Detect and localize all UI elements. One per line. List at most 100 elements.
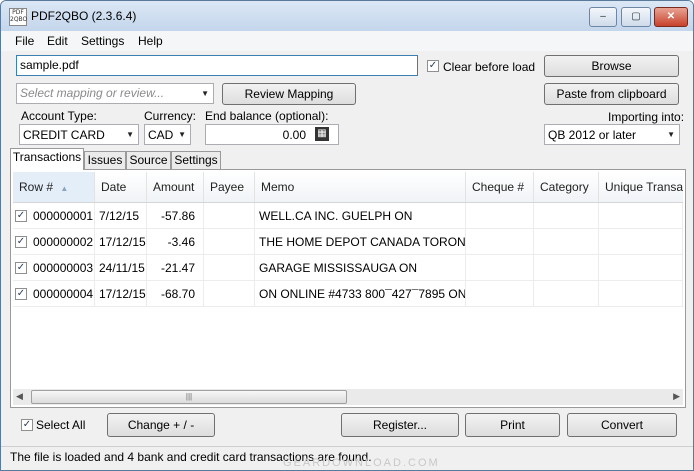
column-header-row-label: Row # bbox=[19, 180, 54, 194]
row-amount: -68.70 bbox=[147, 281, 204, 307]
column-header-category[interactable]: Category bbox=[534, 172, 599, 202]
transactions-grid: Row # ▲ Date Amount Payee Memo Cheque # … bbox=[13, 172, 683, 388]
watermark: GEARDOWNLOAD.COM bbox=[283, 457, 440, 469]
account-type-label: Account Type: bbox=[21, 109, 97, 123]
row-category bbox=[534, 255, 599, 281]
select-all-label: Select All bbox=[36, 418, 86, 432]
row-checkbox[interactable]: ✓ bbox=[15, 262, 27, 274]
browse-button[interactable]: Browse bbox=[544, 55, 679, 77]
select-all-checkbox[interactable]: ✓ bbox=[21, 419, 33, 431]
row-unique bbox=[599, 281, 683, 307]
scrollbar-grip-icon: ||| bbox=[185, 392, 193, 401]
table-row[interactable]: ✓ 000000004 17/12/15 -68.70 ON ONLINE #4… bbox=[13, 281, 683, 307]
row-cheque bbox=[466, 203, 534, 229]
menu-bar: File Edit Settings Help bbox=[1, 31, 693, 51]
row-memo: WELL.CA INC. GUELPH ON bbox=[255, 203, 466, 229]
tab-transactions[interactable]: Transactions bbox=[10, 148, 84, 170]
row-checkbox[interactable]: ✓ bbox=[15, 288, 27, 300]
row-amount: -57.86 bbox=[147, 203, 204, 229]
title-bar: PDF 2QBO PDF2QBO (2.3.6.4) – ▢ ✕ bbox=[1, 1, 693, 31]
row-number: 000000003 bbox=[33, 261, 94, 275]
row-memo: ON ONLINE #4733 800¯427¯7895 ON bbox=[255, 281, 466, 307]
grid-header: Row # ▲ Date Amount Payee Memo Cheque # … bbox=[13, 172, 683, 203]
close-button[interactable]: ✕ bbox=[654, 7, 688, 27]
end-balance-label: End balance (optional): bbox=[205, 109, 329, 123]
clear-before-load-checkbox[interactable]: ✓ bbox=[427, 60, 439, 72]
importing-into-label: Importing into: bbox=[608, 110, 685, 124]
account-type-select[interactable]: CREDIT CARD ▼ bbox=[19, 124, 139, 145]
column-header-payee[interactable]: Payee bbox=[204, 172, 255, 202]
row-checkbox[interactable]: ✓ bbox=[15, 236, 27, 248]
column-header-row[interactable]: Row # ▲ bbox=[13, 172, 95, 202]
menu-edit[interactable]: Edit bbox=[47, 34, 68, 48]
row-unique bbox=[599, 203, 683, 229]
transactions-panel: Row # ▲ Date Amount Payee Memo Cheque # … bbox=[10, 169, 686, 408]
column-header-amount[interactable]: Amount bbox=[147, 172, 204, 202]
table-row[interactable]: ✓ 000000003 24/11/15 -21.47 GARAGE MISSI… bbox=[13, 255, 683, 281]
row-unique bbox=[599, 229, 683, 255]
row-amount: -21.47 bbox=[147, 255, 204, 281]
mapping-placeholder: Select mapping or review... bbox=[20, 86, 165, 100]
scroll-right-icon[interactable]: ▶ bbox=[673, 391, 680, 402]
table-row[interactable]: ✓ 000000001 7/12/15 -57.86 WELL.CA INC. … bbox=[13, 203, 683, 229]
row-category bbox=[534, 281, 599, 307]
menu-file[interactable]: File bbox=[15, 34, 34, 48]
row-memo: GARAGE MISSISSAUGA ON bbox=[255, 255, 466, 281]
importing-into-select[interactable]: QB 2012 or later ▼ bbox=[544, 124, 680, 145]
app-window: PDF 2QBO PDF2QBO (2.3.6.4) – ▢ ✕ File Ed… bbox=[0, 0, 694, 471]
row-payee bbox=[204, 255, 255, 281]
row-date: 17/12/15 bbox=[95, 281, 147, 307]
chevron-down-icon: ▼ bbox=[201, 89, 209, 98]
maximize-button[interactable]: ▢ bbox=[621, 7, 651, 27]
column-header-date[interactable]: Date bbox=[95, 172, 147, 202]
file-path-input[interactable]: sample.pdf bbox=[16, 55, 418, 76]
row-number: 000000004 bbox=[33, 287, 94, 301]
row-cheque bbox=[466, 281, 534, 307]
scrollbar-thumb[interactable]: ||| bbox=[31, 390, 347, 404]
row-memo: THE HOME DEPOT CANADA TORONTO ON bbox=[255, 229, 466, 255]
scroll-left-icon[interactable]: ◀ bbox=[16, 391, 23, 402]
print-button[interactable]: Print bbox=[465, 413, 560, 437]
end-balance-value: 0.00 bbox=[282, 128, 306, 142]
row-payee bbox=[204, 203, 255, 229]
chevron-down-icon: ▼ bbox=[667, 130, 675, 139]
row-number: 000000001 bbox=[33, 209, 94, 223]
calculator-icon[interactable]: ▦ bbox=[315, 127, 329, 141]
row-category bbox=[534, 203, 599, 229]
minimize-button[interactable]: – bbox=[589, 7, 617, 27]
row-payee bbox=[204, 281, 255, 307]
row-payee bbox=[204, 229, 255, 255]
row-date: 7/12/15 bbox=[95, 203, 147, 229]
row-number: 000000002 bbox=[33, 235, 94, 249]
menu-help[interactable]: Help bbox=[138, 34, 163, 48]
currency-select[interactable]: CAD ▼ bbox=[144, 124, 191, 145]
row-cheque bbox=[466, 229, 534, 255]
table-row[interactable]: ✓ 000000002 17/12/15 -3.46 THE HOME DEPO… bbox=[13, 229, 683, 255]
chevron-down-icon: ▼ bbox=[126, 130, 134, 139]
row-amount: -3.46 bbox=[147, 229, 204, 255]
convert-button[interactable]: Convert bbox=[567, 413, 677, 437]
app-icon: PDF 2QBO bbox=[9, 8, 27, 26]
chevron-down-icon: ▼ bbox=[178, 130, 186, 139]
paste-from-clipboard-button[interactable]: Paste from clipboard bbox=[544, 83, 679, 105]
column-header-memo[interactable]: Memo bbox=[255, 172, 466, 202]
change-sign-button[interactable]: Change + / - bbox=[107, 413, 215, 437]
horizontal-scrollbar[interactable]: ◀ ||| ▶ bbox=[13, 389, 683, 405]
row-checkbox[interactable]: ✓ bbox=[15, 210, 27, 222]
column-header-unique[interactable]: Unique Transact bbox=[599, 172, 683, 202]
account-type-value: CREDIT CARD bbox=[23, 128, 105, 142]
clear-before-load-label: Clear before load bbox=[443, 60, 536, 74]
menu-settings[interactable]: Settings bbox=[81, 34, 124, 48]
status-bar: The file is loaded and 4 bank and credit… bbox=[1, 446, 693, 470]
end-balance-input[interactable]: 0.00 ▦ bbox=[205, 124, 339, 145]
file-path-value: sample.pdf bbox=[20, 58, 79, 72]
register-button[interactable]: Register... bbox=[341, 413, 459, 437]
review-mapping-button[interactable]: Review Mapping bbox=[222, 83, 356, 105]
mapping-select[interactable]: Select mapping or review... ▼ bbox=[16, 83, 214, 104]
tab-issues[interactable]: Issues bbox=[84, 151, 126, 169]
column-header-cheque[interactable]: Cheque # bbox=[466, 172, 534, 202]
row-unique bbox=[599, 255, 683, 281]
window-title: PDF2QBO (2.3.6.4) bbox=[31, 9, 137, 23]
tab-source[interactable]: Source bbox=[126, 151, 171, 169]
tab-settings[interactable]: Settings bbox=[171, 151, 221, 169]
